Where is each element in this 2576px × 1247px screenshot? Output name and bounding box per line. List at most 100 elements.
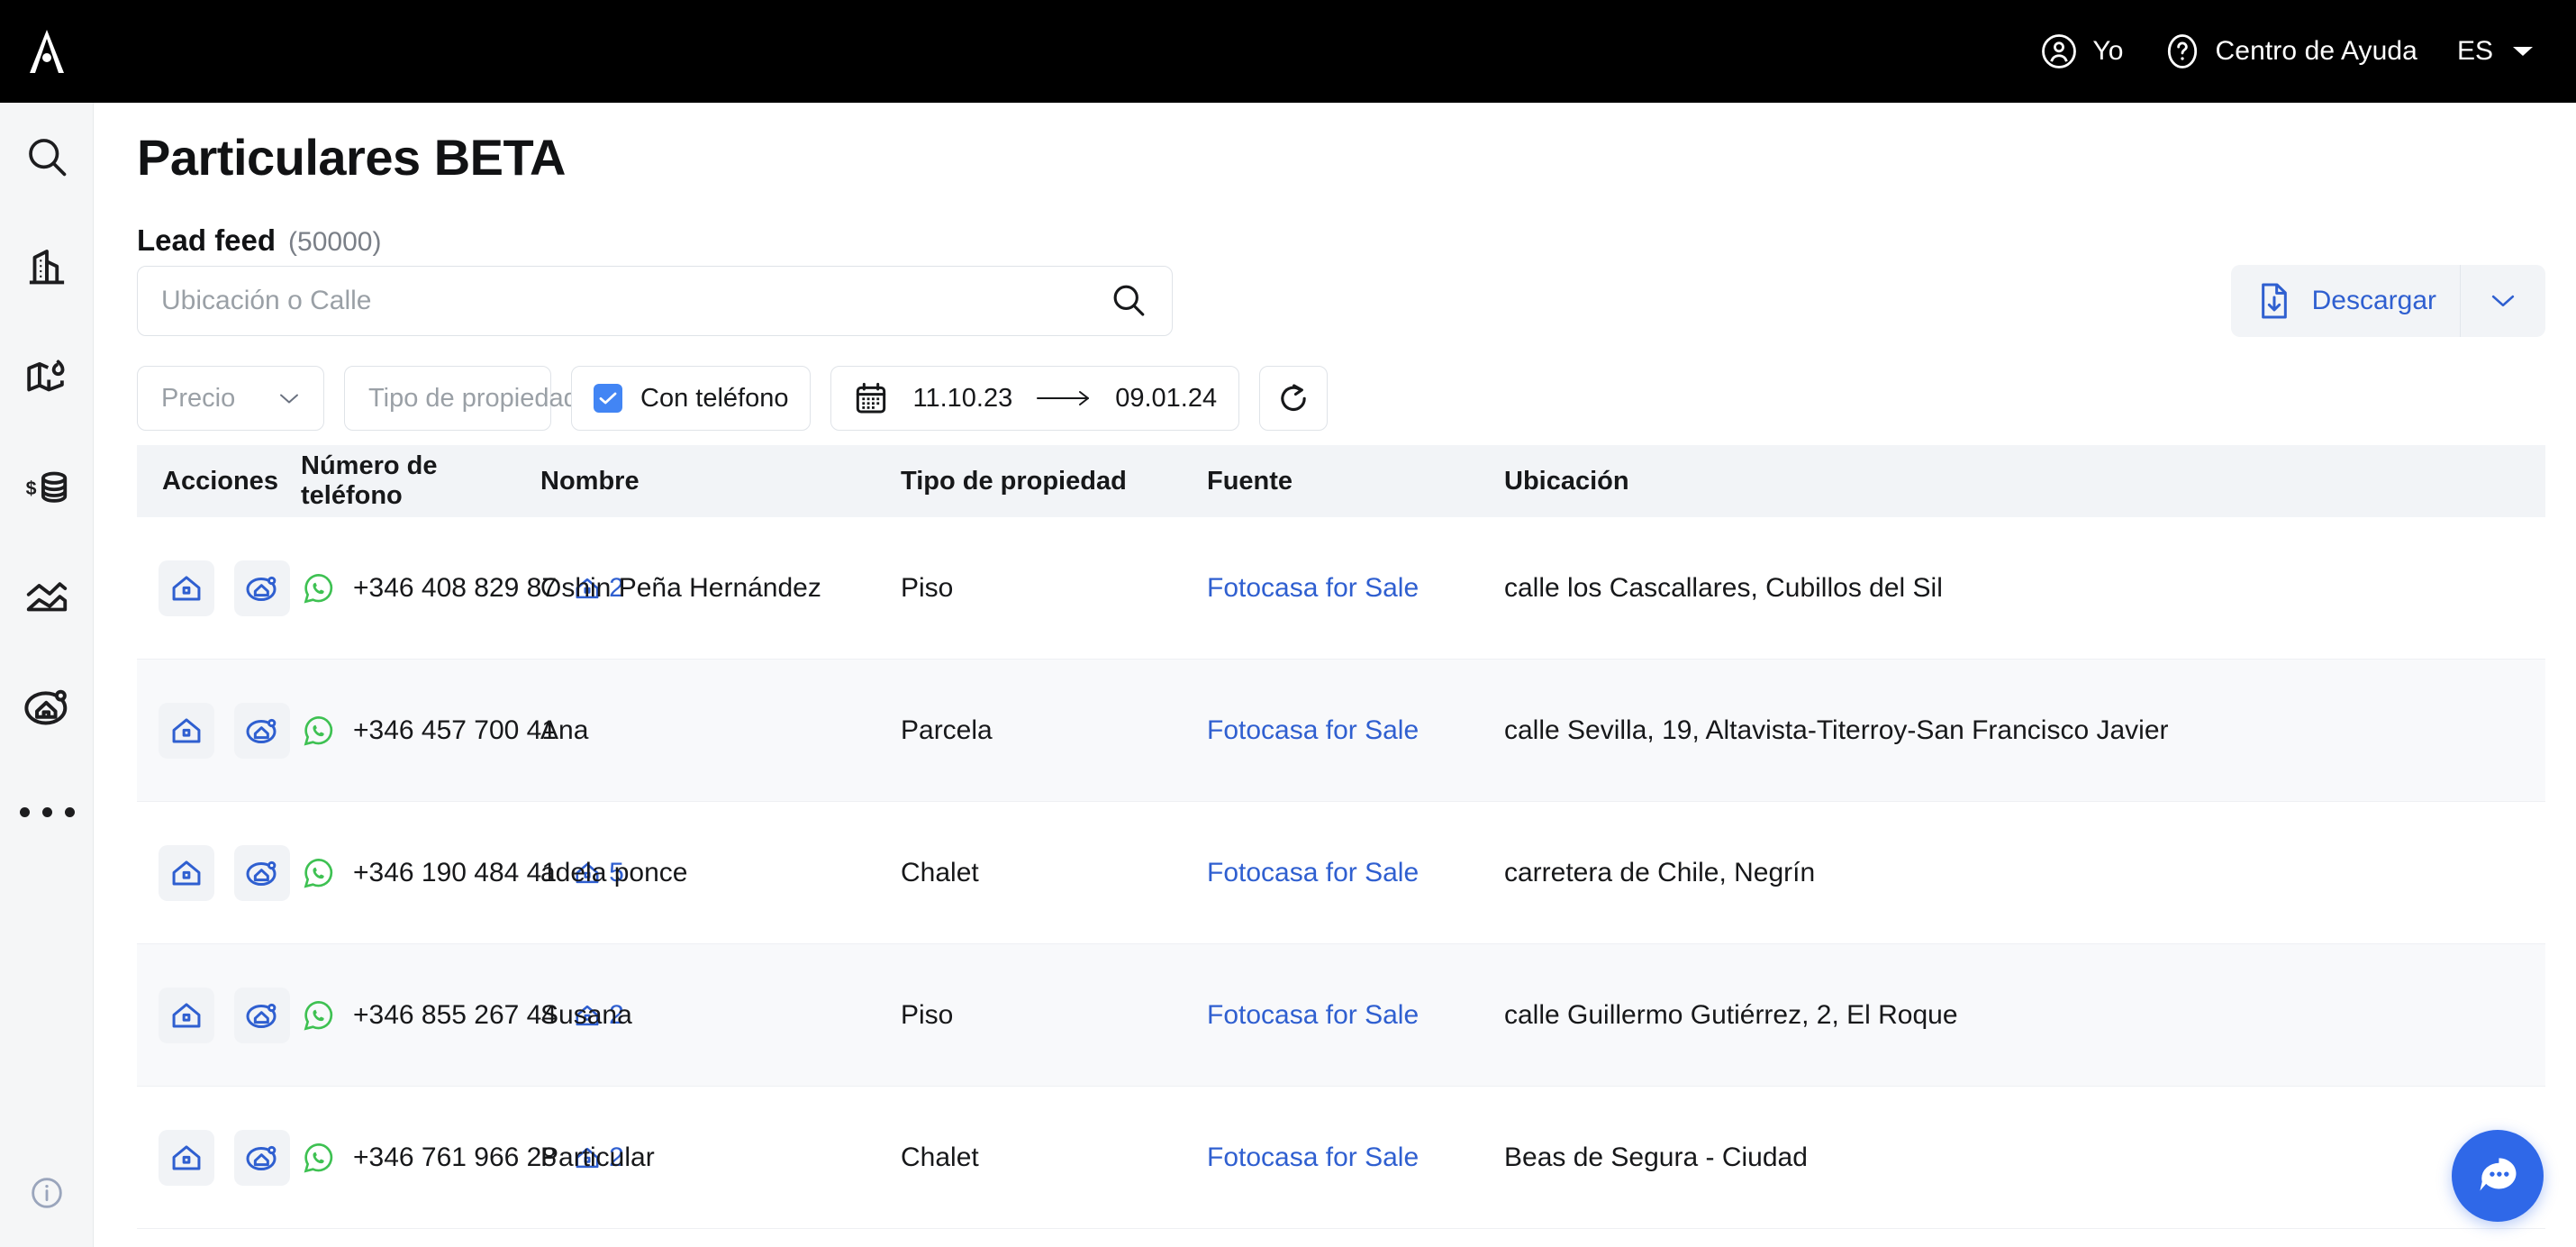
chevron-down-icon bbox=[2513, 47, 2533, 56]
whatsapp-button[interactable] bbox=[301, 713, 337, 749]
cell-source: Fotocasa for Sale bbox=[1207, 573, 1504, 604]
lead-feed-table: Acciones Número de teléfono Nombre Tipo … bbox=[137, 445, 2545, 1229]
file-download-icon bbox=[2261, 283, 2287, 319]
whatsapp-button[interactable] bbox=[301, 570, 337, 606]
cell-property-type: Chalet bbox=[901, 857, 979, 887]
sidebar-item-hot-map[interactable] bbox=[0, 323, 94, 432]
help-center-link[interactable]: Centro de Ayuda bbox=[2144, 32, 2437, 70]
view-property-button[interactable] bbox=[159, 1129, 214, 1186]
sidebar-item-info[interactable] bbox=[0, 1148, 94, 1238]
search-icon bbox=[29, 139, 67, 177]
phone-number[interactable]: +346 761 966 28 bbox=[353, 1142, 557, 1173]
cell-name: Ana bbox=[540, 715, 589, 745]
whatsapp-icon bbox=[304, 858, 333, 888]
sidebar-item-leads[interactable] bbox=[0, 652, 94, 762]
phone-number[interactable]: +346 190 484 41 bbox=[353, 858, 557, 888]
table-row[interactable]: +346 457 700 41 Ana Parcela Fotocasa for… bbox=[137, 660, 2545, 802]
view-property-button[interactable] bbox=[159, 987, 214, 1043]
house-tracked-icon bbox=[246, 1003, 277, 1028]
house-tracked-icon bbox=[246, 718, 277, 743]
property-type-filter[interactable]: Tipo de propiedad bbox=[344, 366, 607, 431]
whatsapp-icon bbox=[304, 715, 333, 746]
search-input[interactable] bbox=[138, 286, 1109, 316]
row-actions bbox=[137, 1129, 301, 1186]
cell-name: Particular bbox=[540, 1142, 655, 1172]
track-property-button[interactable] bbox=[234, 844, 290, 901]
sidebar-item-search[interactable] bbox=[0, 103, 94, 213]
more-dots-icon bbox=[19, 806, 75, 817]
phone-number[interactable]: +346 855 267 44 bbox=[353, 1000, 557, 1031]
date-range-filter[interactable]: 11.10.23 09.01.24 bbox=[830, 366, 1240, 431]
refresh-icon bbox=[1281, 384, 1306, 412]
with-phone-checkbox[interactable] bbox=[594, 384, 622, 413]
track-property-button[interactable] bbox=[234, 702, 290, 759]
house-tracked-icon bbox=[246, 576, 277, 601]
table-row[interactable]: +346 855 267 44 2 Susana Piso Fotocasa f… bbox=[137, 944, 2545, 1087]
whatsapp-button[interactable] bbox=[301, 1140, 337, 1176]
phone-number[interactable]: +346 408 829 87 bbox=[353, 573, 557, 604]
source-link[interactable]: Fotocasa for Sale bbox=[1207, 715, 1419, 745]
download-options-button[interactable] bbox=[2461, 265, 2545, 337]
row-actions bbox=[137, 702, 301, 759]
sidebar-item-more[interactable] bbox=[0, 762, 94, 861]
table-body: +346 408 829 87 2 Oshin Peña Hernández P… bbox=[137, 517, 2545, 1229]
price-filter[interactable]: Precio bbox=[137, 366, 324, 431]
language-chevron[interactable] bbox=[2502, 44, 2551, 59]
house-search-icon bbox=[24, 689, 68, 725]
whatsapp-button[interactable] bbox=[301, 855, 337, 891]
track-property-button[interactable] bbox=[234, 987, 290, 1043]
house-icon bbox=[172, 860, 201, 886]
table-row[interactable]: +346 761 966 28 2 Particular Chalet Foto… bbox=[137, 1087, 2545, 1229]
cell-location: calle Guillermo Gutiérrez, 2, El Roque bbox=[1504, 999, 1958, 1030]
location-search-box[interactable] bbox=[137, 266, 1173, 336]
cell-source: Fotocasa for Sale bbox=[1207, 1000, 1504, 1031]
track-property-button[interactable] bbox=[234, 1129, 290, 1186]
cell-property-type: Piso bbox=[901, 572, 954, 603]
chart-line-icon bbox=[26, 582, 68, 612]
track-property-button[interactable] bbox=[234, 560, 290, 616]
download-button-group[interactable]: Descargar bbox=[2230, 265, 2545, 337]
column-header-ubicacion: Ubicación bbox=[1504, 466, 1629, 496]
view-property-button[interactable] bbox=[159, 560, 214, 616]
refresh-button[interactable] bbox=[1259, 366, 1329, 431]
table-row[interactable]: +346 190 484 41 5 adela ponce Chalet Fot… bbox=[137, 802, 2545, 944]
language-selector[interactable]: ES bbox=[2437, 36, 2502, 67]
calendar-icon-wrap bbox=[853, 380, 889, 416]
view-property-button[interactable] bbox=[159, 702, 214, 759]
source-link[interactable]: Fotocasa for Sale bbox=[1207, 1142, 1419, 1172]
cell-property-type: Parcela bbox=[901, 715, 993, 745]
language-label: ES bbox=[2456, 36, 2493, 66]
chat-widget-button[interactable] bbox=[2452, 1130, 2544, 1222]
sidebar-item-valuation[interactable]: $ bbox=[0, 432, 94, 542]
column-header-nombre: Nombre bbox=[540, 466, 639, 496]
whatsapp-button[interactable] bbox=[301, 997, 337, 1033]
sidebar-item-buildings[interactable] bbox=[0, 213, 94, 323]
cell-phone: +346 190 484 41 5 bbox=[301, 855, 624, 891]
cell-property-type: Piso bbox=[901, 999, 954, 1030]
building-icon bbox=[29, 250, 65, 285]
source-link[interactable]: Fotocasa for Sale bbox=[1207, 1000, 1419, 1030]
info-circle-icon bbox=[32, 1178, 62, 1208]
account-menu[interactable]: Yo bbox=[2020, 32, 2143, 70]
house-icon bbox=[172, 1002, 201, 1028]
source-link[interactable]: Fotocasa for Sale bbox=[1207, 573, 1419, 603]
download-button[interactable]: Descargar bbox=[2231, 265, 2460, 337]
view-property-button[interactable] bbox=[159, 844, 214, 901]
sidebar-item-analytics[interactable] bbox=[0, 542, 94, 652]
arrow-right-icon bbox=[1037, 391, 1090, 405]
brand-logo[interactable] bbox=[0, 0, 94, 103]
map-flame-icon bbox=[27, 360, 65, 392]
house-icon bbox=[172, 717, 201, 743]
with-phone-filter[interactable]: Con teléfono bbox=[571, 366, 812, 431]
phone-number[interactable]: +346 457 700 41 bbox=[353, 715, 557, 746]
brand-a-logo bbox=[30, 30, 64, 73]
table-row[interactable]: +346 408 829 87 2 Oshin Peña Hernández P… bbox=[137, 517, 2545, 660]
column-header-fuente: Fuente bbox=[1207, 466, 1293, 496]
cell-name: Susana bbox=[540, 999, 632, 1030]
column-header-tipo: Tipo de propiedad bbox=[901, 466, 1127, 496]
cell-property-type: Chalet bbox=[901, 1142, 979, 1172]
property-type-filter-label: Tipo de propiedad bbox=[368, 383, 578, 413]
search-submit-button[interactable] bbox=[1109, 281, 1172, 321]
source-link[interactable]: Fotocasa for Sale bbox=[1207, 858, 1419, 887]
date-to: 09.01.24 bbox=[1115, 383, 1218, 413]
